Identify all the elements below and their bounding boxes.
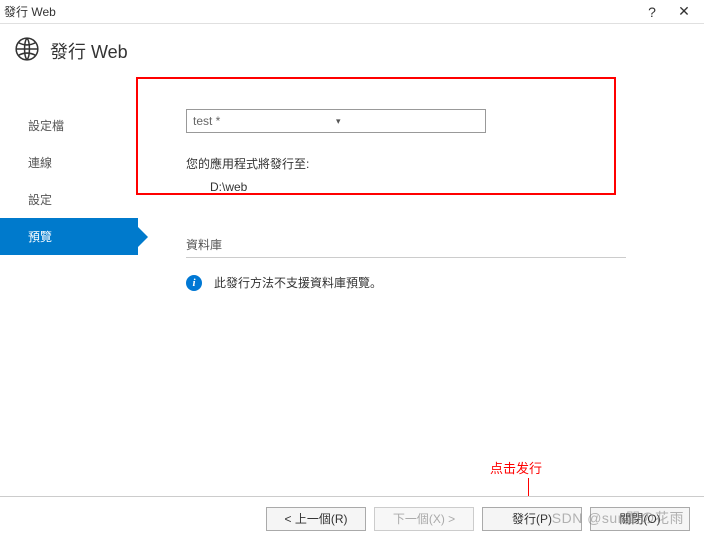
prev-button[interactable]: < 上一個(R)	[266, 507, 366, 531]
wizard-sidebar: 設定檔 連線 設定 預覽	[0, 79, 138, 473]
dialog-header: 發行 Web	[0, 24, 704, 79]
publish-button[interactable]: 發行(P)	[482, 507, 582, 531]
dialog-title: 發行 Web	[50, 38, 128, 64]
next-button: 下一個(X) >	[374, 507, 474, 531]
profile-dropdown-value: test *	[193, 114, 336, 128]
titlebar: 發行 Web ? ✕	[0, 0, 704, 24]
sidebar-item-settings[interactable]: 設定	[0, 181, 138, 218]
database-section-header: 資料庫	[186, 236, 626, 258]
content-pane: test * ▾ 您的應用程式將發行至: D:\web 資料庫 i 此發行方法不…	[138, 79, 704, 473]
database-info-text: 此發行方法不支援資料庫預覽。	[214, 274, 382, 291]
profile-dropdown[interactable]: test * ▾	[186, 109, 486, 133]
annotation-highlight-box	[136, 77, 616, 195]
sidebar-item-connection[interactable]: 連線	[0, 144, 138, 181]
close-dialog-button[interactable]: 關閉(O)	[590, 507, 690, 531]
publish-target-label: 您的應用程式將發行至:	[186, 155, 680, 172]
chevron-down-icon: ▾	[336, 116, 479, 127]
globe-icon	[14, 36, 40, 65]
sidebar-item-profile[interactable]: 設定檔	[0, 107, 138, 144]
sidebar-item-preview[interactable]: 預覽	[0, 218, 138, 255]
window-title: 發行 Web	[4, 3, 636, 20]
main-area: 設定檔 連線 設定 預覽 test * ▾ 您的應用程式將發行至: D:\web…	[0, 79, 704, 473]
dialog-footer: < 上一個(R) 下一個(X) > 發行(P) 關閉(O)	[0, 496, 704, 540]
help-button[interactable]: ?	[636, 4, 668, 20]
database-info-row: i 此發行方法不支援資料庫預覽。	[186, 274, 680, 291]
close-button[interactable]: ✕	[668, 3, 700, 20]
info-icon: i	[186, 275, 202, 291]
publish-target-path: D:\web	[210, 180, 680, 194]
